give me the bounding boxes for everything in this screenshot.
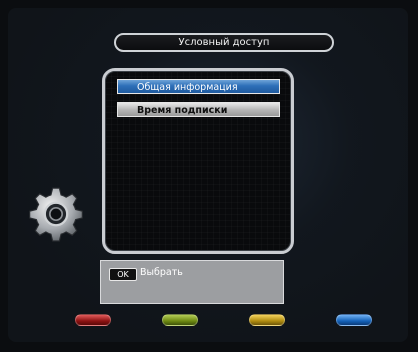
menu-item-subscription-time[interactable]: Время подписки [117,102,280,117]
osd-screen: Условный доступ Общая информация Время п… [8,8,408,342]
page-title: Условный доступ [114,33,334,52]
gear-icon [29,187,83,242]
menu-panel: Общая информация Время подписки [102,68,294,254]
red-button[interactable] [75,314,111,326]
green-button[interactable] [162,314,198,326]
yellow-button[interactable] [249,314,285,326]
help-label: Выбрать [140,267,183,278]
menu-item-general-info[interactable]: Общая информация [117,79,280,94]
help-box: OK Выбрать [100,260,284,304]
ok-key: OK [109,268,137,281]
blue-button[interactable] [336,314,372,326]
